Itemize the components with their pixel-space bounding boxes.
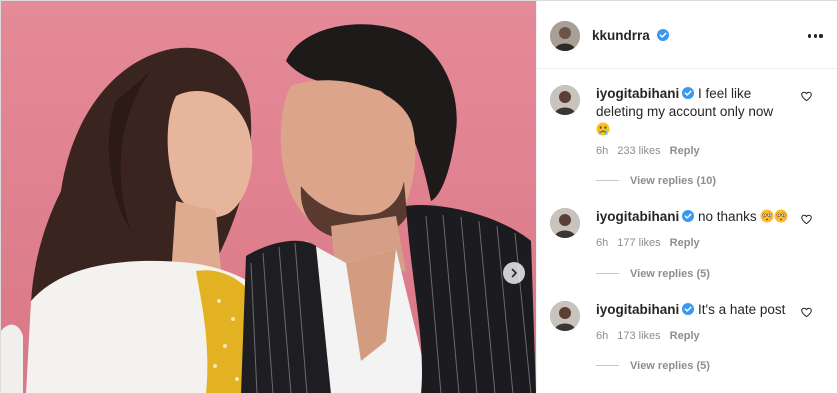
comment-likes[interactable]: 233 likes bbox=[617, 145, 660, 157]
view-replies-label: View replies (5) bbox=[630, 268, 710, 280]
commenter-username[interactable]: iyogitabihani bbox=[596, 209, 679, 224]
photo-illustration bbox=[1, 24, 536, 393]
commenter-username[interactable]: iyogitabihani bbox=[596, 302, 679, 317]
more-dot bbox=[819, 34, 823, 38]
post-header: kkundrra bbox=[537, 1, 837, 69]
comment-text: iyogitabihani I feel like deleting my ac… bbox=[596, 85, 796, 139]
view-replies-button[interactable]: View replies (10) bbox=[596, 175, 716, 187]
comment-time: 6h bbox=[596, 330, 609, 342]
profile-avatar-icon bbox=[550, 85, 580, 115]
profile-avatar-icon bbox=[550, 301, 580, 331]
comments-panel: kkundrra iyogitabihani I feel like delet… bbox=[536, 1, 837, 393]
flushed-face-emoji-icon bbox=[760, 209, 774, 223]
reply-button[interactable]: Reply bbox=[670, 330, 700, 342]
replies-divider-line bbox=[596, 365, 619, 366]
commenter-avatar[interactable] bbox=[550, 301, 580, 331]
comment-likes[interactable]: 177 likes bbox=[617, 237, 660, 249]
view-replies-label: View replies (5) bbox=[630, 360, 710, 372]
more-options-button[interactable] bbox=[808, 29, 824, 43]
instagram-post: kkundrra iyogitabihani I feel like delet… bbox=[0, 0, 837, 393]
comment-text: iyogitabihani no thanks bbox=[596, 208, 796, 226]
comment-text: iyogitabihani It's a hate post bbox=[596, 301, 796, 319]
flushed-face-emoji-icon bbox=[774, 209, 788, 223]
comment-body: no thanks bbox=[698, 209, 757, 224]
view-replies-button[interactable]: View replies (5) bbox=[596, 360, 710, 372]
profile-avatar-icon bbox=[550, 21, 580, 51]
like-heart-icon[interactable] bbox=[801, 307, 812, 318]
comment-meta: 6h 233 likes Reply bbox=[596, 145, 709, 157]
post-photo[interactable] bbox=[1, 1, 536, 393]
commenter-avatar[interactable] bbox=[550, 208, 580, 238]
verified-badge-icon bbox=[682, 303, 695, 315]
comment-meta: 6h 173 likes Reply bbox=[596, 330, 709, 342]
commenter-avatar[interactable] bbox=[550, 85, 580, 115]
view-replies-label: View replies (10) bbox=[630, 175, 717, 187]
author-username[interactable]: kkundrra bbox=[592, 28, 669, 43]
replies-divider-line bbox=[596, 273, 619, 274]
like-heart-icon[interactable] bbox=[801, 214, 812, 225]
verified-badge-icon bbox=[682, 210, 695, 222]
commenter-username[interactable]: iyogitabihani bbox=[596, 86, 679, 101]
reply-button[interactable]: Reply bbox=[670, 145, 700, 157]
reply-button[interactable]: Reply bbox=[670, 237, 700, 249]
verified-badge-icon bbox=[656, 29, 669, 41]
comment-meta: 6h 177 likes Reply bbox=[596, 237, 709, 249]
comment-body: It's a hate post bbox=[698, 302, 786, 317]
like-heart-icon[interactable] bbox=[801, 91, 812, 102]
author-avatar[interactable] bbox=[550, 21, 580, 51]
crying-face-emoji-icon bbox=[596, 122, 610, 136]
more-dot bbox=[808, 34, 812, 38]
comment-likes[interactable]: 173 likes bbox=[617, 330, 660, 342]
replies-divider-line bbox=[596, 180, 619, 181]
more-dot bbox=[813, 34, 817, 38]
author-username-text: kkundrra bbox=[592, 28, 650, 43]
comment-time: 6h bbox=[596, 237, 609, 249]
next-photo-button[interactable] bbox=[503, 262, 525, 284]
view-replies-button[interactable]: View replies (5) bbox=[596, 268, 710, 280]
chevron-right-icon bbox=[511, 268, 517, 278]
comment-time: 6h bbox=[596, 145, 609, 157]
profile-avatar-icon bbox=[550, 208, 580, 238]
verified-badge-icon bbox=[682, 87, 695, 99]
